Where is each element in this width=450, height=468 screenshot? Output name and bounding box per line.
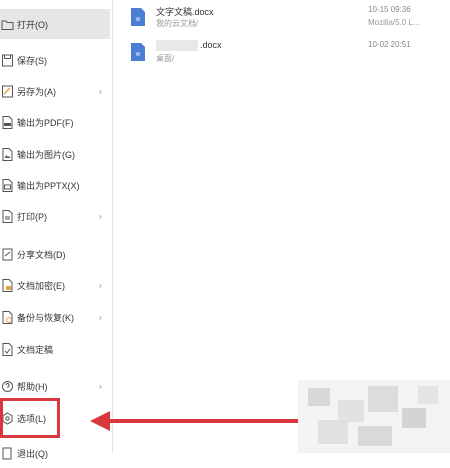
submenu-arrow: › (99, 312, 102, 322)
menu-item-export-image[interactable]: 输出为图片(G) (0, 139, 110, 169)
menu-item-label: 文档定稿 (17, 344, 54, 355)
print-icon (2, 209, 13, 223)
file-name: 文字文稿.docx (156, 7, 214, 17)
menu-item-label: 文档加密(E) (17, 280, 65, 291)
menu-item-label: 打开(O) (17, 19, 48, 30)
backup-icon (2, 310, 13, 324)
menu-item-label: 分享文档(D) (17, 249, 66, 260)
menu-item-label: 备份与恢复(K) (17, 312, 74, 323)
submenu-arrow: › (99, 211, 102, 221)
pointer-arrow-icon (90, 411, 298, 431)
folder-icon (1, 20, 14, 30)
docx-file-icon: W (131, 43, 145, 61)
menu-item-save-as[interactable]: 另存为(A) › (0, 76, 110, 106)
file-menu: 打开(O) 保存(S) 另存为(A) › 输出为PDF(F) 输出为图片(G) … (0, 0, 113, 459)
menu-item-share[interactable]: 分享文档(D) (0, 239, 110, 269)
lock-icon (2, 278, 13, 292)
file-time: 10-15 09:36 (368, 5, 411, 14)
save-icon (2, 54, 13, 66)
recent-files-list: W 文字文稿.docx 我的云文档/ 10-15 09:36 Mozilla/5… (112, 0, 450, 100)
docx-file-icon: W (131, 8, 145, 26)
file-time: 10-02 20:51 (368, 40, 411, 49)
menu-item-backup[interactable]: 备份与恢复(K) › (0, 302, 110, 332)
recent-file-row[interactable]: W .docx 桌面/ 10-02 20:51 (130, 40, 430, 76)
pixelated-watermark (298, 380, 450, 453)
share-icon (2, 248, 13, 260)
pptx-icon (2, 178, 13, 192)
svg-text:W: W (136, 17, 141, 23)
submenu-arrow: › (99, 381, 102, 391)
help-icon (2, 380, 13, 392)
recent-file-row[interactable]: W 文字文稿.docx 我的云文档/ 10-15 09:36 Mozilla/5… (130, 5, 430, 41)
menu-item-encrypt[interactable]: 文档加密(E) › (0, 270, 110, 300)
menu-item-exit[interactable]: 退出(Q) (0, 438, 110, 468)
svg-text:W: W (136, 52, 141, 58)
menu-item-help[interactable]: 帮助(H) › (0, 371, 110, 401)
menu-item-label: 打印(P) (17, 211, 47, 222)
menu-item-export-pdf[interactable]: 输出为PDF(F) (0, 107, 110, 137)
menu-item-print[interactable]: 打印(P) › (0, 201, 110, 231)
menu-item-export-pptx[interactable]: 输出为PPTX(X) (0, 170, 110, 200)
menu-item-label: 输出为PPTX(X) (17, 180, 80, 191)
image-icon (2, 147, 13, 161)
submenu-arrow: › (99, 86, 102, 96)
menu-item-label: 输出为PDF(F) (17, 117, 74, 128)
menu-item-label: 输出为图片(G) (17, 149, 75, 160)
menu-item-label: 帮助(H) (17, 381, 48, 392)
file-source: Mozilla/5.0 L... (368, 18, 420, 27)
menu-item-open[interactable]: 打开(O) (0, 9, 110, 39)
file-path: 我的云文档/ (156, 19, 199, 28)
pdf-icon (2, 115, 13, 129)
finalize-icon (2, 342, 13, 356)
menu-item-label: 退出(Q) (17, 448, 48, 459)
menu-item-save[interactable]: 保存(S) (0, 45, 110, 75)
options-highlight-box (0, 398, 60, 438)
exit-icon (2, 447, 12, 459)
redacted-name (156, 40, 198, 51)
save-as-icon (2, 85, 13, 97)
menu-item-label: 另存为(A) (17, 86, 56, 97)
menu-item-label: 保存(S) (17, 55, 47, 66)
menu-item-finalize[interactable]: 文档定稿 (0, 334, 110, 364)
file-path: 桌面/ (156, 54, 175, 63)
submenu-arrow: › (99, 280, 102, 290)
file-name: .docx (200, 40, 222, 50)
